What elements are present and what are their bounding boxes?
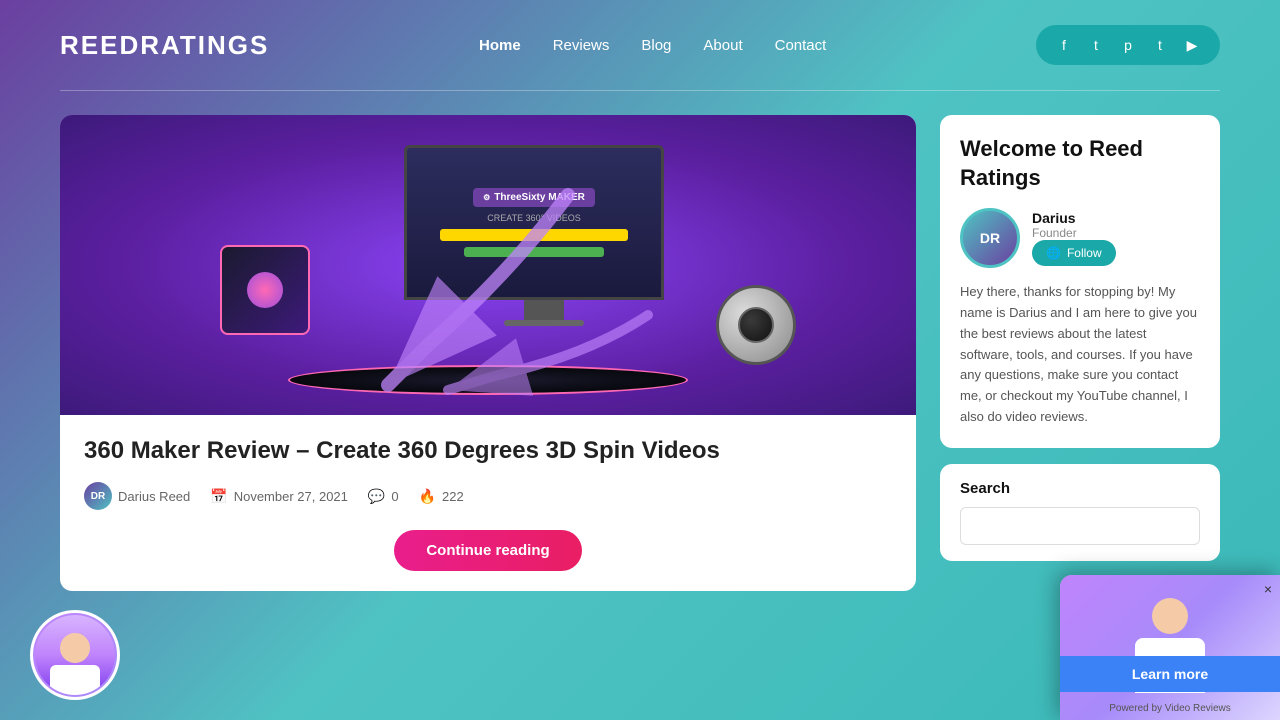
product-box-circle [247,272,283,308]
article-meta: DR Darius Reed 📅 November 27, 2021 💬 0 🔥… [84,482,892,510]
nav-home[interactable]: Home [479,37,521,54]
welcome-title: Welcome to Reed Ratings [960,135,1200,192]
camera-graphic [716,285,796,365]
video-person [1060,575,1280,720]
meta-comments: 💬 0 [368,488,399,505]
nav-about[interactable]: About [703,37,742,54]
meta-author: DR Darius Reed [84,482,190,510]
article-body: 360 Maker Review – Create 360 Degrees 3D… [60,415,916,571]
comment-count: 0 [391,489,398,504]
sidebar: Welcome to Reed Ratings DR Darius Founde… [940,115,1220,591]
fire-icon: 🔥 [419,488,436,505]
follow-button[interactable]: 🌐 Follow [1032,240,1116,266]
meta-date: 📅 November 27, 2021 [210,488,348,505]
nav-reviews[interactable]: Reviews [553,37,610,54]
camera-lens [738,307,774,343]
author-role: Founder [1032,226,1116,240]
learn-more-button[interactable]: Learn more [1060,656,1280,692]
facebook-icon[interactable]: f [1052,33,1076,57]
author-avatar-small: DR [84,482,112,510]
search-input[interactable] [960,507,1200,545]
article-date: November 27, 2021 [234,489,348,504]
product-box-visual [220,245,310,335]
main-content: ⚙ ThreeSixty MAKER CREATE 360° VIDEOS [0,91,1280,615]
logo: ReedRatings [60,30,269,61]
camera-body [716,285,796,365]
article-image: ⚙ ThreeSixty MAKER CREATE 360° VIDEOS [60,115,916,415]
product-box-graphic [220,245,310,355]
green-button-graphic [464,247,604,257]
meta-views: 🔥 222 [419,488,464,505]
close-icon[interactable]: × [1264,581,1272,597]
calendar-icon: 📅 [210,488,227,505]
globe-icon: 🌐 [1046,246,1061,260]
article-title: 360 Maker Review – Create 360 Degrees 3D… [84,435,892,466]
nav-contact[interactable]: Contact [775,37,827,54]
search-label: Search [960,480,1200,497]
floating-avatar-body [50,665,100,695]
author-avatar: DR [960,208,1020,268]
person-head [1152,598,1188,634]
search-card: Search [940,464,1220,561]
monitor-screen: ⚙ ThreeSixty MAKER CREATE 360° VIDEOS [404,145,664,300]
display-platform [288,365,688,395]
threesixty-badge: ⚙ ThreeSixty MAKER [473,188,595,207]
author-display-name: Darius [1032,210,1116,226]
monitor-base [504,320,584,326]
twitter-icon[interactable]: t [1084,33,1108,57]
comment-icon: 💬 [368,488,385,505]
floating-avatar [30,610,120,700]
yellow-button-graphic [440,229,627,241]
follow-label: Follow [1067,246,1102,260]
avatar-initials: DR [980,230,1000,246]
header: ReedRatings Home Reviews Blog About Cont… [0,0,1280,90]
tumblr-icon[interactable]: t [1148,33,1172,57]
author-row: DR Darius Founder 🌐 Follow [960,208,1200,268]
youtube-icon[interactable]: ▶ [1180,33,1204,57]
article-card: ⚙ ThreeSixty MAKER CREATE 360° VIDEOS [60,115,916,591]
monitor-graphic: ⚙ ThreeSixty MAKER CREATE 360° VIDEOS [404,145,684,325]
social-bar: f t p t ▶ [1036,25,1220,65]
navigation: Home Reviews Blog About Contact [479,37,826,54]
view-count: 222 [442,489,464,504]
nav-blog[interactable]: Blog [641,37,671,54]
powered-by-text: Powered by Video Reviews [1060,703,1280,714]
author-bio: Hey there, thanks for stopping by! My na… [960,282,1200,428]
author-name: Darius Reed [118,489,190,504]
pinterest-icon[interactable]: p [1116,33,1140,57]
continue-reading-button[interactable]: Continue reading [394,530,581,571]
video-overlay: × Learn more Powered by Video Reviews [1060,575,1280,720]
welcome-card: Welcome to Reed Ratings DR Darius Founde… [940,115,1220,448]
screen-content: ⚙ ThreeSixty MAKER CREATE 360° VIDEOS [407,148,661,297]
floating-avatar-head [60,633,90,663]
author-info: Darius Founder 🌐 Follow [1032,210,1116,266]
floating-avatar-inner [35,615,115,695]
monitor-stand [524,300,564,320]
